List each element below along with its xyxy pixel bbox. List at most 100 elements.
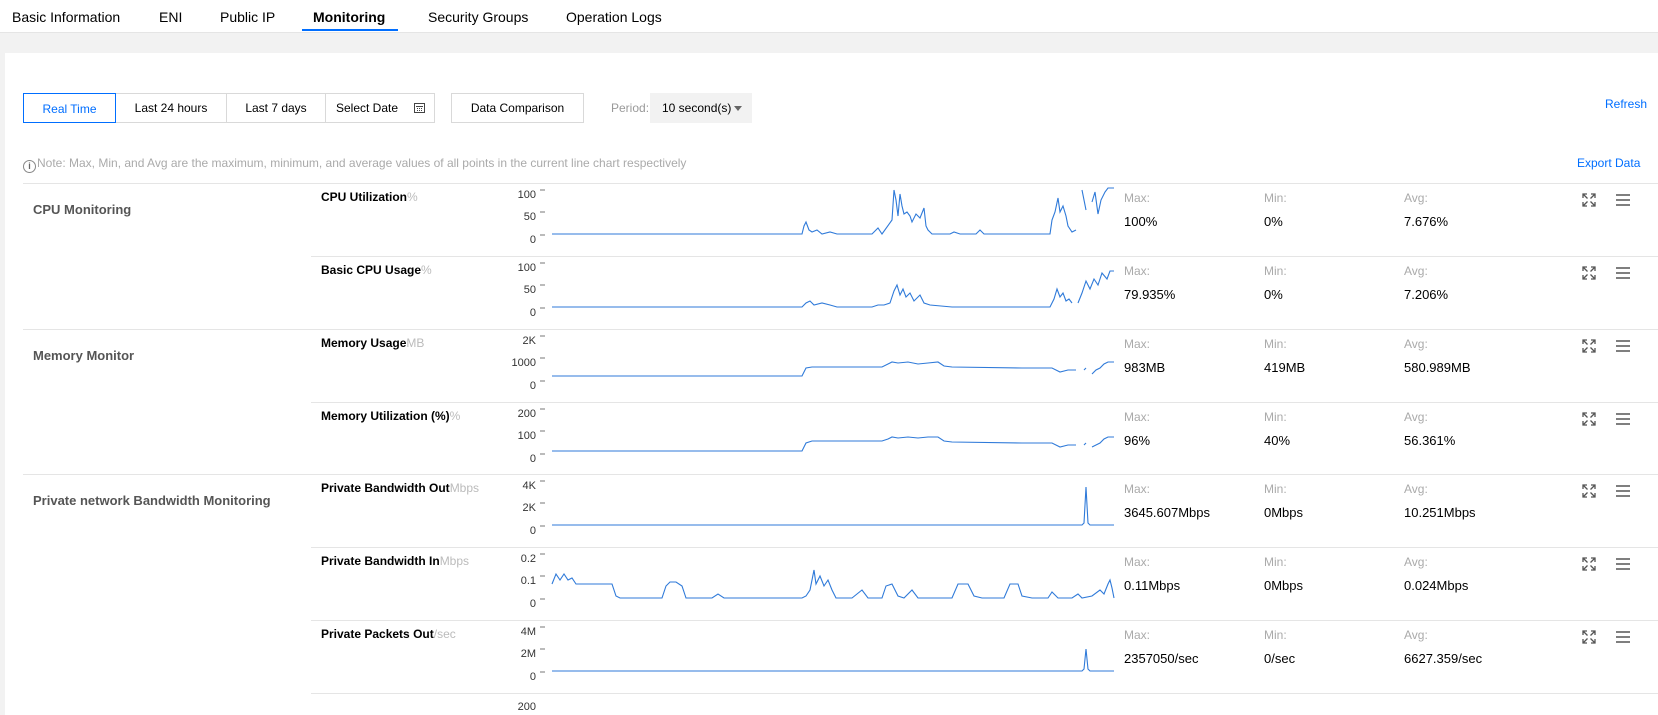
stat-max-value: 96% [1124,433,1151,448]
stat-min-value: 0Mbps [1264,578,1304,593]
y-tick: 200 [517,701,536,713]
range-real-time-button[interactable]: Real Time [23,93,116,123]
range-last-24-hours-button[interactable]: Last 24 hours [116,94,227,122]
stat-min-value: 0% [1264,214,1283,229]
y-tick: 4K [522,480,536,492]
series-line [552,187,1114,235]
stat-avg-label: Avg: [1404,628,1428,642]
stat-avg-value: 580.989MB [1404,360,1471,375]
metric-chart[interactable] [540,259,1123,315]
menu-icon[interactable] [1615,265,1631,281]
metric-chart[interactable] [540,477,1123,533]
y-tick: 100 [517,262,536,274]
calendar-icon [414,103,425,113]
stat-min-label: Min: [1264,410,1287,424]
stat-min-label: Min: [1264,337,1287,351]
expand-icon[interactable] [1581,338,1597,354]
stat-min-label: Min: [1264,264,1287,278]
stat-max-label: Max: [1124,410,1151,424]
metric-chart[interactable] [540,623,1123,679]
metric-chart[interactable] [540,332,1123,388]
metric-title: Memory Utilization (%) [321,409,450,423]
tab-monitoring[interactable]: Monitoring [313,0,385,32]
y-tick: 0.2 [520,553,536,565]
stat-max-value: 79.935% [1124,287,1176,302]
metric-title: CPU Utilization [321,190,407,204]
stat-min-label: Min: [1264,555,1287,569]
metric-title: Basic CPU Usage [321,263,422,277]
series-line [552,436,1114,452]
stat-max-value: 100% [1124,214,1158,229]
metric-chart[interactable] [540,550,1123,606]
time-range-group: Real Time Last 24 hours Last 7 days Sele… [23,93,435,123]
y-tick: 0 [529,671,536,683]
menu-icon[interactable] [1615,629,1631,645]
y-tick: 0 [529,307,536,319]
divider [311,402,1658,403]
period-value: 10 second(s) [662,101,732,115]
select-date-label: Select Date [336,101,399,115]
y-tick: 0.1 [520,575,536,587]
expand-icon[interactable] [1581,192,1597,208]
select-date-picker[interactable]: Select Date [326,94,434,122]
stat-avg-label: Avg: [1404,410,1428,424]
stat-max-label: Max: [1124,191,1151,205]
stat-avg-value: 10.251Mbps [1404,505,1476,520]
divider [311,547,1658,548]
stat-min-value: 40% [1264,433,1291,448]
data-comparison-button[interactable]: Data Comparison [451,93,584,123]
series-line [552,486,1114,526]
range-last-7-days-button[interactable]: Last 7 days [227,94,326,122]
expand-icon[interactable] [1581,629,1597,645]
y-tick: 0 [529,525,536,537]
tab-operation-logs[interactable]: Operation Logs [566,0,662,32]
stat-avg-value: 7.676% [1404,214,1449,229]
stat-max-label: Max: [1124,264,1151,278]
stat-avg-label: Avg: [1404,555,1428,569]
expand-icon[interactable] [1581,265,1597,281]
expand-icon[interactable] [1581,556,1597,572]
info-icon: i [23,160,36,173]
metric-chart[interactable] [540,405,1123,461]
stat-max-label: Max: [1124,555,1151,569]
monitoring-panel: Real Time Last 24 hours Last 7 days Sele… [5,53,1658,715]
metric-title: Private Bandwidth Out [321,481,450,495]
metric-unit: MB [406,336,425,350]
menu-icon[interactable] [1615,192,1631,208]
menu-icon[interactable] [1615,483,1631,499]
metric-unit: % [449,409,461,423]
divider [311,620,1658,621]
tab-public-ip[interactable]: Public IP [220,0,275,32]
tab-security-groups[interactable]: Security Groups [428,0,528,32]
stat-min-value: 0/sec [1264,651,1296,666]
stat-max-label: Max: [1124,628,1151,642]
divider [23,183,1658,184]
stat-avg-value: 7.206% [1404,287,1449,302]
export-data-link[interactable]: Export Data [1577,156,1640,170]
menu-icon[interactable] [1615,411,1631,427]
tab-basic-information[interactable]: Basic Information [12,0,120,32]
stat-min-label: Min: [1264,482,1287,496]
expand-icon[interactable] [1581,483,1597,499]
stat-max-value: 3645.607Mbps [1124,505,1211,520]
metric-title: Private Bandwidth In [321,554,440,568]
y-tick: 2K [522,335,536,347]
menu-icon[interactable] [1615,556,1631,572]
metric-chart[interactable] [540,186,1123,242]
tab-eni[interactable]: ENI [159,0,182,32]
stat-max-label: Max: [1124,337,1151,351]
y-tick: 2K [522,502,536,514]
y-tick: 0 [529,598,536,610]
stat-min-label: Min: [1264,628,1287,642]
series-line [551,569,1115,599]
expand-icon[interactable] [1581,411,1597,427]
active-tab-indicator [302,29,398,31]
series-line [552,648,1114,672]
stat-min-value: 0Mbps [1264,505,1304,520]
menu-icon[interactable] [1615,338,1631,354]
metric-name: CPU Utilization% [321,190,418,204]
y-tick: 200 [517,408,536,420]
period-select[interactable]: 10 second(s) [650,93,752,123]
refresh-link[interactable]: Refresh [1605,97,1647,111]
metric-unit: /sec [433,627,456,641]
